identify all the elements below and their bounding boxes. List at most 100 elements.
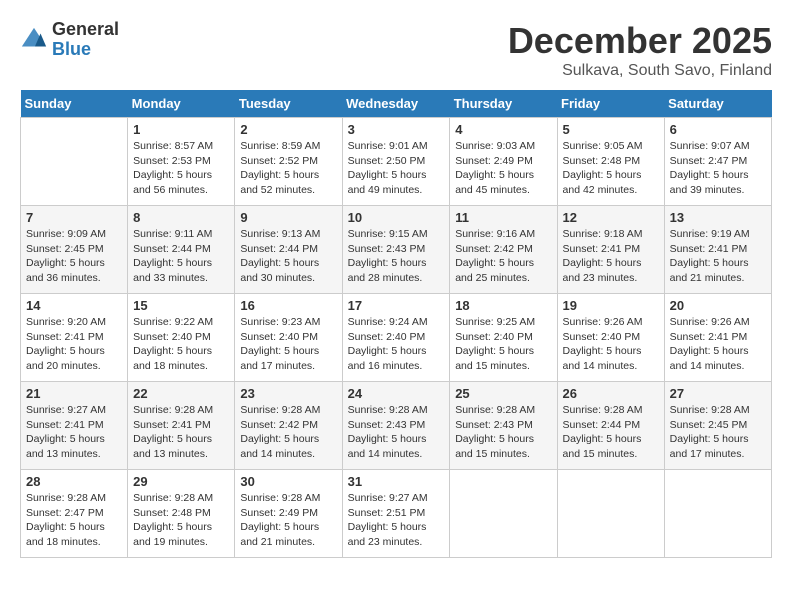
day-info: Sunrise: 9:11 AM Sunset: 2:44 PM Dayligh… (133, 227, 229, 286)
day-info: Sunrise: 9:28 AM Sunset: 2:47 PM Dayligh… (26, 491, 122, 550)
header-day-wednesday: Wednesday (342, 90, 450, 118)
day-number: 28 (26, 474, 122, 489)
calendar-cell: 2Sunrise: 8:59 AM Sunset: 2:52 PM Daylig… (235, 118, 342, 206)
calendar-cell: 21 Sunrise: 9:27 AM Sunset: 2:41 PM Dayli… (21, 382, 128, 470)
calendar-cell: 27 Sunrise: 9:28 AM Sunset: 2:45 PM Dayli… (664, 382, 771, 470)
day-info: Sunrise: 9:05 AM Sunset: 2:48 PM Dayligh… (563, 139, 659, 198)
logo-general-text: General (52, 20, 119, 40)
calendar-cell: 8 Sunrise: 9:11 AM Sunset: 2:44 PM Daylig… (128, 206, 235, 294)
calendar-cell (664, 470, 771, 558)
calendar-cell: 1 Sunrise: 8:57 AM Sunset: 2:53 PM Daylig… (128, 118, 235, 206)
header-day-thursday: Thursday (450, 90, 557, 118)
calendar-cell: 18 Sunrise: 9:25 AM Sunset: 2:40 PM Dayli… (450, 294, 557, 382)
day-info: Sunrise: 9:27 AM Sunset: 2:41 PM Dayligh… (26, 403, 122, 462)
logo-icon (20, 26, 48, 54)
calendar-cell: 15Sunrise: 9:22 AM Sunset: 2:40 PM Dayli… (128, 294, 235, 382)
day-info: Sunrise: 9:28 AM Sunset: 2:43 PM Dayligh… (348, 403, 445, 462)
calendar-cell: 23 Sunrise: 9:28 AM Sunset: 2:42 PM Dayli… (235, 382, 342, 470)
day-info: Sunrise: 9:22 AM Sunset: 2:40 PM Dayligh… (133, 315, 229, 374)
header-day-monday: Monday (128, 90, 235, 118)
calendar-cell: 31Sunrise: 9:27 AM Sunset: 2:51 PM Dayli… (342, 470, 450, 558)
day-number: 30 (240, 474, 336, 489)
day-number: 25 (455, 386, 551, 401)
calendar-cell: 25 Sunrise: 9:28 AM Sunset: 2:43 PM Dayli… (450, 382, 557, 470)
day-info: Sunrise: 9:27 AM Sunset: 2:51 PM Dayligh… (348, 491, 445, 550)
calendar-table: SundayMondayTuesdayWednesdayThursdayFrid… (20, 90, 772, 558)
calendar-cell: 11 Sunrise: 9:16 AM Sunset: 2:42 PM Dayli… (450, 206, 557, 294)
day-number: 29 (133, 474, 229, 489)
day-info: Sunrise: 9:15 AM Sunset: 2:43 PM Dayligh… (348, 227, 445, 286)
day-number: 23 (240, 386, 336, 401)
calendar-week-5: 28 Sunrise: 9:28 AM Sunset: 2:47 PM Dayli… (21, 470, 772, 558)
day-number: 11 (455, 210, 551, 225)
calendar-cell: 16Sunrise: 9:23 AM Sunset: 2:40 PM Dayli… (235, 294, 342, 382)
day-info: Sunrise: 8:57 AM Sunset: 2:53 PM Dayligh… (133, 139, 229, 198)
calendar-week-4: 21 Sunrise: 9:27 AM Sunset: 2:41 PM Dayli… (21, 382, 772, 470)
day-number: 9 (240, 210, 336, 225)
calendar-cell: 4Sunrise: 9:03 AM Sunset: 2:49 PM Daylig… (450, 118, 557, 206)
day-number: 8 (133, 210, 229, 225)
title-area: December 2025 Sulkava, South Savo, Finla… (508, 20, 772, 80)
calendar-cell: 6 Sunrise: 9:07 AM Sunset: 2:47 PM Daylig… (664, 118, 771, 206)
location-text: Sulkava, South Savo, Finland (508, 62, 772, 80)
month-title: December 2025 (508, 20, 772, 62)
calendar-cell: 22Sunrise: 9:28 AM Sunset: 2:41 PM Dayli… (128, 382, 235, 470)
logo-text: General Blue (52, 20, 119, 60)
day-number: 2 (240, 122, 336, 137)
calendar-cell: 30 Sunrise: 9:28 AM Sunset: 2:49 PM Dayli… (235, 470, 342, 558)
day-number: 14 (26, 298, 122, 313)
calendar-cell: 29 Sunrise: 9:28 AM Sunset: 2:48 PM Dayli… (128, 470, 235, 558)
day-number: 10 (348, 210, 445, 225)
calendar-cell: 3Sunrise: 9:01 AM Sunset: 2:50 PM Daylig… (342, 118, 450, 206)
calendar-header-row: SundayMondayTuesdayWednesdayThursdayFrid… (21, 90, 772, 118)
day-number: 18 (455, 298, 551, 313)
day-number: 17 (348, 298, 445, 313)
day-number: 4 (455, 122, 551, 137)
calendar-cell: 26Sunrise: 9:28 AM Sunset: 2:44 PM Dayli… (557, 382, 664, 470)
calendar-week-2: 7Sunrise: 9:09 AM Sunset: 2:45 PM Daylig… (21, 206, 772, 294)
day-info: Sunrise: 9:24 AM Sunset: 2:40 PM Dayligh… (348, 315, 445, 374)
calendar-week-1: 1 Sunrise: 8:57 AM Sunset: 2:53 PM Daylig… (21, 118, 772, 206)
day-info: Sunrise: 9:25 AM Sunset: 2:40 PM Dayligh… (455, 315, 551, 374)
calendar-cell (450, 470, 557, 558)
calendar-cell: 7Sunrise: 9:09 AM Sunset: 2:45 PM Daylig… (21, 206, 128, 294)
calendar-cell: 17 Sunrise: 9:24 AM Sunset: 2:40 PM Dayli… (342, 294, 450, 382)
day-info: Sunrise: 9:18 AM Sunset: 2:41 PM Dayligh… (563, 227, 659, 286)
header-day-saturday: Saturday (664, 90, 771, 118)
header-day-friday: Friday (557, 90, 664, 118)
day-number: 24 (348, 386, 445, 401)
calendar-cell: 5Sunrise: 9:05 AM Sunset: 2:48 PM Daylig… (557, 118, 664, 206)
calendar-week-3: 14Sunrise: 9:20 AM Sunset: 2:41 PM Dayli… (21, 294, 772, 382)
day-number: 13 (670, 210, 766, 225)
day-info: Sunrise: 9:23 AM Sunset: 2:40 PM Dayligh… (240, 315, 336, 374)
calendar-cell: 9 Sunrise: 9:13 AM Sunset: 2:44 PM Daylig… (235, 206, 342, 294)
day-number: 6 (670, 122, 766, 137)
day-info: Sunrise: 9:09 AM Sunset: 2:45 PM Dayligh… (26, 227, 122, 286)
day-number: 1 (133, 122, 229, 137)
day-info: Sunrise: 9:26 AM Sunset: 2:40 PM Dayligh… (563, 315, 659, 374)
calendar-cell: 19Sunrise: 9:26 AM Sunset: 2:40 PM Dayli… (557, 294, 664, 382)
calendar-cell (21, 118, 128, 206)
day-number: 3 (348, 122, 445, 137)
day-info: Sunrise: 9:28 AM Sunset: 2:48 PM Dayligh… (133, 491, 229, 550)
day-info: Sunrise: 9:28 AM Sunset: 2:43 PM Dayligh… (455, 403, 551, 462)
calendar-cell: 13 Sunrise: 9:19 AM Sunset: 2:41 PM Dayli… (664, 206, 771, 294)
day-number: 22 (133, 386, 229, 401)
calendar-cell: 24 Sunrise: 9:28 AM Sunset: 2:43 PM Dayli… (342, 382, 450, 470)
day-number: 27 (670, 386, 766, 401)
calendar-cell: 14Sunrise: 9:20 AM Sunset: 2:41 PM Dayli… (21, 294, 128, 382)
logo-blue-text: Blue (52, 40, 119, 60)
calendar-cell: 28 Sunrise: 9:28 AM Sunset: 2:47 PM Dayli… (21, 470, 128, 558)
calendar-cell (557, 470, 664, 558)
logo: General Blue (20, 20, 119, 60)
day-info: Sunrise: 9:16 AM Sunset: 2:42 PM Dayligh… (455, 227, 551, 286)
day-info: Sunrise: 9:28 AM Sunset: 2:45 PM Dayligh… (670, 403, 766, 462)
header-day-sunday: Sunday (21, 90, 128, 118)
day-number: 26 (563, 386, 659, 401)
day-info: Sunrise: 9:07 AM Sunset: 2:47 PM Dayligh… (670, 139, 766, 198)
day-info: Sunrise: 9:28 AM Sunset: 2:42 PM Dayligh… (240, 403, 336, 462)
day-info: Sunrise: 9:13 AM Sunset: 2:44 PM Dayligh… (240, 227, 336, 286)
day-info: Sunrise: 9:19 AM Sunset: 2:41 PM Dayligh… (670, 227, 766, 286)
day-number: 21 (26, 386, 122, 401)
day-info: Sunrise: 9:28 AM Sunset: 2:49 PM Dayligh… (240, 491, 336, 550)
